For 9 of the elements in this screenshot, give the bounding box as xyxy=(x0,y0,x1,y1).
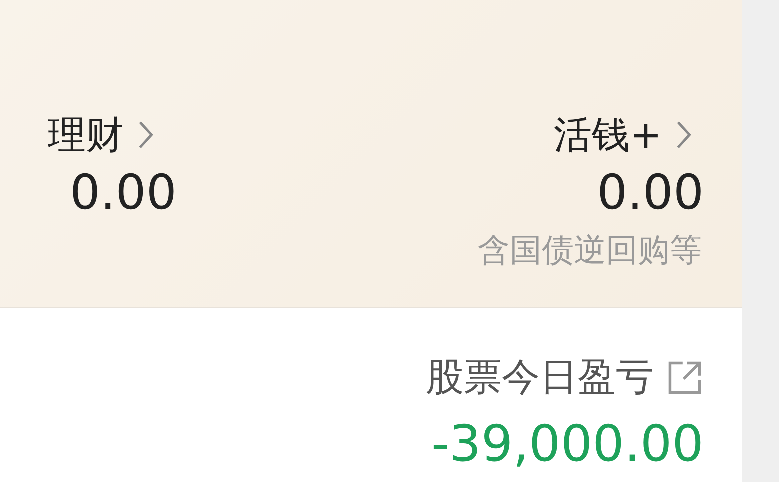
chevron-right-icon[interactable] xyxy=(676,120,692,150)
asset-label[interactable]: 理财 xyxy=(48,110,124,160)
asset-note: 含国债逆回购等 xyxy=(478,230,702,271)
asset-value: 0.00 xyxy=(70,165,177,221)
asset-value: 0.00 xyxy=(597,165,704,221)
asset-label[interactable]: 活钱+ xyxy=(554,110,662,160)
chevron-right-icon[interactable] xyxy=(138,120,154,150)
stock-pnl-label: 股票今日盈亏 xyxy=(426,354,654,401)
stock-pnl-value: -39,000.00 xyxy=(431,415,704,473)
